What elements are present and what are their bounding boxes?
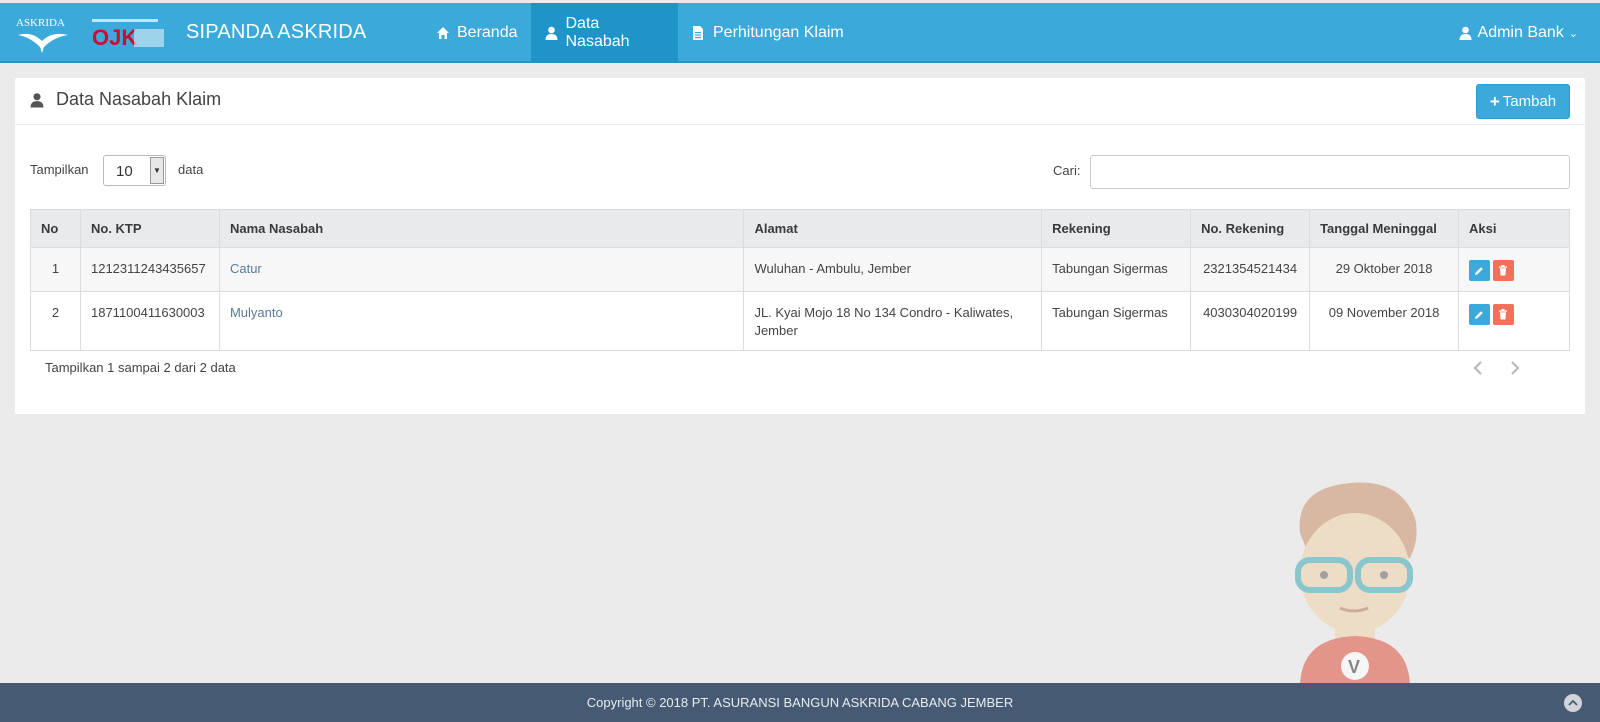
nav-perhitungan-klaim[interactable]: Perhitungan Klaim xyxy=(678,3,858,63)
col-header-ktp[interactable]: No. KTP xyxy=(79,209,220,248)
cell-aksi xyxy=(1457,291,1571,351)
cell-nama: Mulyanto xyxy=(218,291,745,351)
footer: Copyright © 2018 PT. ASURANSI BANGUN ASK… xyxy=(0,683,1600,722)
copyright-text: Copyright © 2018 PT. ASURANSI BANGUN ASK… xyxy=(586,695,1014,710)
col-header-aksi: Aksi xyxy=(1457,209,1571,248)
table-row: 1 1212311243435657 Catur Wuluhan - Ambul… xyxy=(30,247,1571,292)
length-suffix: data xyxy=(178,162,204,177)
chevron-up-icon xyxy=(1568,699,1578,706)
length-label: Tampilkan xyxy=(30,162,89,177)
nasabah-table: No No. KTP Nama Nasabah Alamat Rekening … xyxy=(30,209,1571,351)
askrida-logo[interactable]: ASKRIDA xyxy=(14,13,70,55)
edit-button[interactable] xyxy=(1468,260,1490,281)
col-header-nama[interactable]: Nama Nasabah xyxy=(218,209,745,248)
cell-no-rekening: 4030304020199 xyxy=(1190,291,1311,351)
delete-button[interactable] xyxy=(1492,304,1514,325)
nasabah-name-link[interactable]: Mulyanto xyxy=(230,305,283,320)
pencil-icon xyxy=(1475,266,1484,275)
top-navbar: ASKRIDA OJK SIPANDA ASKRIDA Beranda Data… xyxy=(0,3,1600,63)
user-menu-label: Admin Bank xyxy=(1477,24,1564,41)
panel-title: Data Nasabah Klaim xyxy=(30,89,221,110)
length-select[interactable]: 10 ▼ xyxy=(103,155,166,186)
table-row: 2 1871100411630003 Mulyanto JL. Kyai Moj… xyxy=(30,291,1571,351)
edit-button[interactable] xyxy=(1468,304,1490,325)
cell-no: 2 xyxy=(30,291,81,351)
file-icon xyxy=(692,26,706,40)
col-header-no[interactable]: No xyxy=(30,209,81,248)
nav-data-nasabah[interactable]: Data Nasabah xyxy=(531,3,678,63)
search-input[interactable] xyxy=(1090,155,1570,189)
add-button[interactable]: + Tambah xyxy=(1476,84,1570,119)
search-label: Cari: xyxy=(1053,163,1081,178)
ojk-logo: OJK xyxy=(90,15,170,53)
col-header-no-rekening[interactable]: No. Rekening xyxy=(1190,209,1311,248)
user-menu[interactable]: Admin Bank ⌄ xyxy=(1459,3,1578,63)
trash-icon xyxy=(1499,309,1508,320)
cell-alamat: JL. Kyai Mojo 18 No 134 Condro - Kaliwat… xyxy=(743,291,1043,351)
panel-title-text: Data Nasabah Klaim xyxy=(56,89,222,109)
trash-icon xyxy=(1499,265,1508,276)
cell-tanggal: 09 November 2018 xyxy=(1309,291,1459,351)
cell-alamat: Wuluhan - Ambulu, Jember xyxy=(743,247,1043,292)
pencil-icon xyxy=(1475,310,1484,319)
table-info: Tampilkan 1 sampai 2 dari 2 data xyxy=(45,360,236,375)
cell-aksi xyxy=(1457,247,1571,292)
nasabah-name-link[interactable]: Catur xyxy=(230,261,262,276)
col-header-tanggal[interactable]: Tanggal Meninggal xyxy=(1309,209,1459,248)
user-icon xyxy=(1459,26,1472,40)
nav-beranda[interactable]: Beranda xyxy=(422,3,532,63)
cell-rekening: Tabungan Sigermas xyxy=(1041,247,1192,292)
cell-ktp: 1871100411630003 xyxy=(79,291,220,351)
nav-beranda-label: Beranda xyxy=(457,24,518,41)
cell-no-rekening: 2321354521434 xyxy=(1190,247,1311,292)
user-icon xyxy=(545,26,558,40)
scroll-top-button[interactable] xyxy=(1564,694,1582,712)
previous-page-button[interactable] xyxy=(1470,359,1486,377)
length-select-value: 10 xyxy=(116,163,133,180)
chevron-down-icon: ⌄ xyxy=(1568,27,1578,40)
nav-data-nasabah-label: Data Nasabah xyxy=(565,15,630,50)
col-header-alamat[interactable]: Alamat xyxy=(743,209,1043,248)
chevron-right-icon xyxy=(1511,361,1520,375)
svg-text:V: V xyxy=(1348,657,1360,677)
cell-no: 1 xyxy=(30,247,81,292)
dropdown-arrow-icon[interactable]: ▼ xyxy=(150,157,164,184)
cell-tanggal: 29 Oktober 2018 xyxy=(1309,247,1459,292)
askrida-logo-text: ASKRIDA xyxy=(16,17,65,29)
data-nasabah-panel: Data Nasabah Klaim + Tambah Tampilkan 10… xyxy=(15,78,1585,414)
col-header-rekening[interactable]: Rekening xyxy=(1041,209,1192,248)
plus-icon: + xyxy=(1489,91,1500,111)
app-brand[interactable]: SIPANDA ASKRIDA xyxy=(186,21,366,44)
table-header-row: No No. KTP Nama Nasabah Alamat Rekening … xyxy=(30,209,1571,248)
chevron-left-icon xyxy=(1473,361,1482,375)
cell-ktp: 1212311243435657 xyxy=(79,247,220,292)
mascot-illustration: V xyxy=(1295,482,1417,688)
home-icon xyxy=(436,26,450,40)
next-page-button[interactable] xyxy=(1507,359,1523,377)
panel-header: Data Nasabah Klaim + Tambah xyxy=(15,78,1585,125)
user-icon xyxy=(30,92,44,108)
cell-rekening: Tabungan Sigermas xyxy=(1041,291,1192,351)
delete-button[interactable] xyxy=(1492,260,1514,281)
ojk-logo-text: OJK xyxy=(92,25,137,50)
cell-nama: Catur xyxy=(218,247,745,292)
nav-perhitungan-klaim-label: Perhitungan Klaim xyxy=(713,24,844,41)
add-button-label: Tambah xyxy=(1502,93,1557,110)
